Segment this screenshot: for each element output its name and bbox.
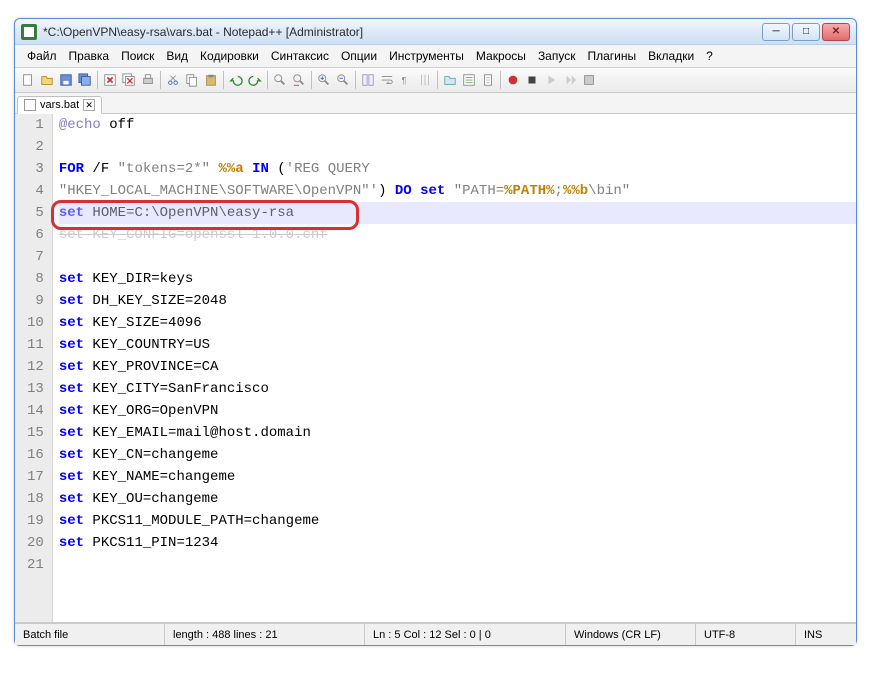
code-area[interactable]: @echo off FOR /F "tokens=2*" %%a IN ('RE…	[53, 114, 856, 622]
separator	[97, 71, 98, 89]
doc-map-icon[interactable]	[479, 71, 497, 89]
menu-options[interactable]: Опции	[335, 47, 383, 65]
code-line: set KEY_OU=changeme	[59, 488, 856, 510]
word-wrap-icon[interactable]	[378, 71, 396, 89]
menu-macro[interactable]: Макросы	[470, 47, 532, 65]
record-macro-icon[interactable]	[504, 71, 522, 89]
menu-run[interactable]: Запуск	[532, 47, 582, 65]
tab-vars-bat[interactable]: vars.bat ✕	[17, 96, 102, 114]
copy-icon[interactable]	[183, 71, 201, 89]
app-window: *C:\OpenVPN\easy-rsa\vars.bat - Notepad+…	[14, 18, 857, 646]
tab-label: vars.bat	[40, 99, 79, 111]
function-list-icon[interactable]	[460, 71, 478, 89]
code-line: set KEY_SIZE=4096	[59, 312, 856, 334]
menu-search[interactable]: Поиск	[115, 47, 160, 65]
menu-plugins[interactable]: Плагины	[581, 47, 642, 65]
stop-macro-icon[interactable]	[523, 71, 541, 89]
redo-icon[interactable]	[246, 71, 264, 89]
open-file-icon[interactable]	[38, 71, 56, 89]
separator	[311, 71, 312, 89]
code-line: set KEY_CN=changeme	[59, 444, 856, 466]
paste-icon[interactable]	[202, 71, 220, 89]
menu-edit[interactable]: Правка	[63, 47, 116, 65]
code-line: set KEY_ORG=OpenVPN	[59, 400, 856, 422]
line-number-gutter: 1 2 3 4 5 6 7 8 9 10 11 12 13 14 15 16 1…	[15, 114, 53, 622]
undo-icon[interactable]	[227, 71, 245, 89]
all-chars-icon[interactable]: ¶	[397, 71, 415, 89]
menu-help[interactable]: ?	[700, 47, 719, 65]
code-line: "HKEY_LOCAL_MACHINE\SOFTWARE\OpenVPN"') …	[59, 180, 856, 202]
status-eol: Windows (CR LF)	[566, 624, 696, 645]
window-controls: ─ □ ✕	[762, 23, 850, 41]
cut-icon[interactable]	[164, 71, 182, 89]
menu-tabs[interactable]: Вкладки	[642, 47, 700, 65]
folder-workspace-icon[interactable]	[441, 71, 459, 89]
separator	[500, 71, 501, 89]
code-line: set KEY_CONFIG=openssl-1.0.0.cnf	[59, 224, 856, 246]
code-line: set PKCS11_MODULE_PATH=changeme	[59, 510, 856, 532]
window-title: *C:\OpenVPN\easy-rsa\vars.bat - Notepad+…	[43, 25, 762, 39]
save-icon[interactable]	[57, 71, 75, 89]
separator	[355, 71, 356, 89]
titlebar: *C:\OpenVPN\easy-rsa\vars.bat - Notepad+…	[15, 19, 856, 45]
status-insert-mode: INS	[796, 624, 856, 645]
statusbar: Batch file length : 488 lines : 21 Ln : …	[15, 623, 856, 645]
replay-macro-icon[interactable]	[561, 71, 579, 89]
status-encoding: UTF-8	[696, 624, 796, 645]
close-button[interactable]: ✕	[822, 23, 850, 41]
toolbar: ¶	[15, 68, 856, 93]
separator	[267, 71, 268, 89]
code-line	[59, 246, 856, 268]
save-macro-icon[interactable]	[580, 71, 598, 89]
tabstrip: vars.bat ✕	[15, 93, 856, 114]
code-line	[59, 554, 856, 576]
menu-syntax[interactable]: Синтаксис	[265, 47, 335, 65]
code-line: set KEY_EMAIL=mail@host.domain	[59, 422, 856, 444]
code-line: set DH_KEY_SIZE=2048	[59, 290, 856, 312]
status-position: Ln : 5 Col : 12 Sel : 0 | 0	[365, 624, 566, 645]
print-icon[interactable]	[139, 71, 157, 89]
separator	[437, 71, 438, 89]
code-line: @echo off	[59, 114, 856, 136]
minimize-button[interactable]: ─	[762, 23, 790, 41]
sync-scroll-icon[interactable]	[359, 71, 377, 89]
close-all-icon[interactable]	[120, 71, 138, 89]
replace-icon[interactable]	[290, 71, 308, 89]
tab-close-icon[interactable]: ✕	[83, 99, 95, 111]
code-line: set KEY_DIR=keys	[59, 268, 856, 290]
code-line: set KEY_CITY=SanFrancisco	[59, 378, 856, 400]
status-language: Batch file	[15, 624, 165, 645]
code-line: set PKCS11_PIN=1234	[59, 532, 856, 554]
code-line: FOR /F "tokens=2*" %%a IN ('REG QUERY	[59, 158, 856, 180]
close-file-icon[interactable]	[101, 71, 119, 89]
app-icon	[21, 24, 37, 40]
code-line	[59, 136, 856, 158]
status-length: length : 488 lines : 21	[165, 624, 365, 645]
menu-encoding[interactable]: Кодировки	[194, 47, 265, 65]
indent-guide-icon[interactable]	[416, 71, 434, 89]
code-line: set KEY_PROVINCE=CA	[59, 356, 856, 378]
file-icon	[24, 99, 36, 111]
code-line: set KEY_COUNTRY=US	[59, 334, 856, 356]
zoom-out-icon[interactable]	[334, 71, 352, 89]
menubar: Файл Правка Поиск Вид Кодировки Синтакси…	[15, 45, 856, 68]
editor[interactable]: 1 2 3 4 5 6 7 8 9 10 11 12 13 14 15 16 1…	[15, 114, 856, 623]
new-file-icon[interactable]	[19, 71, 37, 89]
save-all-icon[interactable]	[76, 71, 94, 89]
menu-file[interactable]: Файл	[21, 47, 63, 65]
find-icon[interactable]	[271, 71, 289, 89]
separator	[223, 71, 224, 89]
zoom-in-icon[interactable]	[315, 71, 333, 89]
svg-text:¶: ¶	[402, 76, 407, 86]
maximize-button[interactable]: □	[792, 23, 820, 41]
code-line: set HOME=C:\OpenVPN\easy-rsa	[59, 202, 856, 224]
menu-tools[interactable]: Инструменты	[383, 47, 470, 65]
menu-view[interactable]: Вид	[160, 47, 194, 65]
code-line: set KEY_NAME=changeme	[59, 466, 856, 488]
play-macro-icon[interactable]	[542, 71, 560, 89]
separator	[160, 71, 161, 89]
